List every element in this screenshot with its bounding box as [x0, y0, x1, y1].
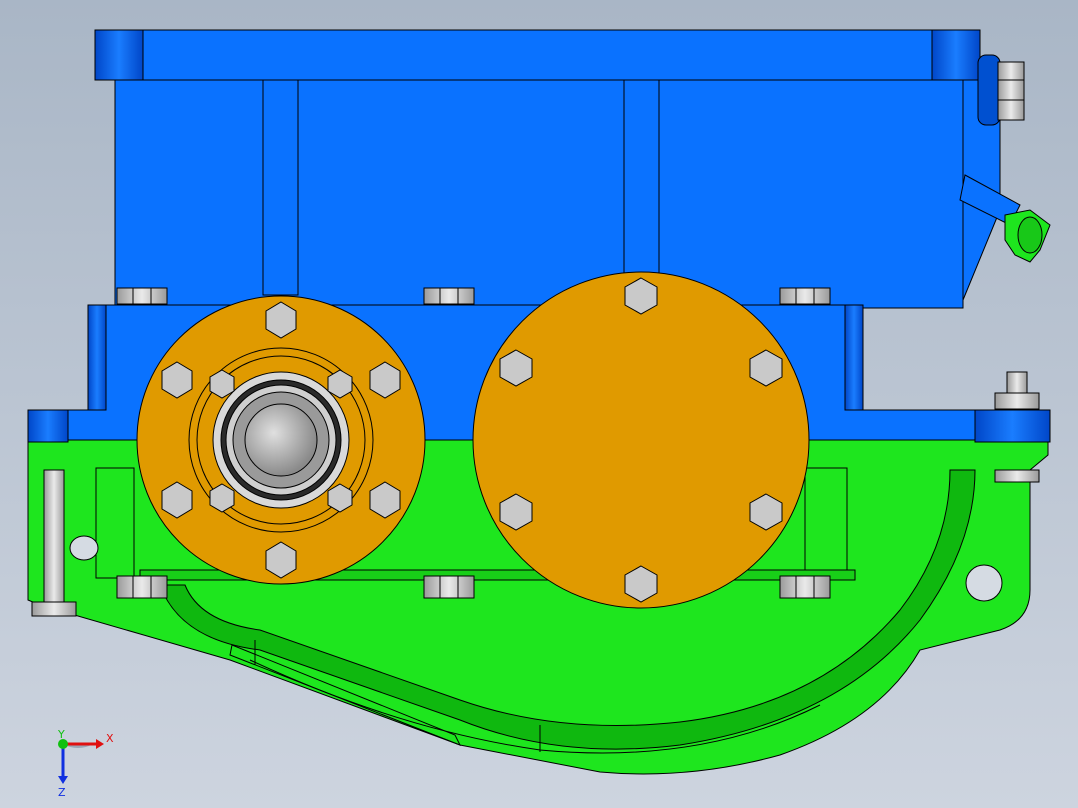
right-stud-nut: [994, 392, 1040, 410]
flange-side-bolt[interactable]: [977, 54, 1025, 126]
left-bearing-cap[interactable]: [136, 295, 426, 585]
hex-bolt-icon: [779, 575, 831, 599]
stud-nut: [31, 601, 77, 617]
right-cap-disc: [472, 271, 810, 609]
right-lower-nut: [994, 469, 1040, 483]
hex-bolt-icon: [116, 287, 168, 305]
shaft-end: [244, 403, 318, 477]
side-bolt-head: [997, 61, 1025, 121]
cad-model-viewport[interactable]: X Y Z: [0, 0, 1078, 808]
split-flange-right-end: [844, 304, 864, 411]
hex-bolt-icon: [116, 575, 168, 599]
base-flange-left: [27, 409, 69, 443]
triad-x-label: X: [106, 732, 114, 745]
hex-bolt-icon: [423, 575, 475, 599]
top-flange: [94, 29, 981, 81]
hex-bolt-icon: [779, 287, 831, 305]
hex-bolt-icon: [423, 287, 475, 305]
cover-rib-left: [262, 79, 299, 296]
top-flange-left-end: [94, 29, 144, 81]
top-flange-right-end: [931, 29, 981, 81]
upper-housing-body: [114, 77, 964, 309]
right-bearing-cap[interactable]: [472, 271, 810, 609]
base-left-rib: [95, 467, 135, 579]
triad-y-label: Y: [57, 728, 65, 741]
triad-z-label: Z: [58, 786, 66, 799]
breather-cap: [1017, 216, 1043, 254]
mount-hole-left: [69, 535, 99, 561]
cover-rib-right: [623, 79, 660, 296]
side-bolt-washer: [977, 54, 1001, 126]
mount-hole-right: [965, 564, 1003, 602]
split-flange-left-end: [87, 304, 107, 411]
stud-shank: [43, 469, 65, 606]
base-right-rib: [804, 467, 848, 579]
base-flange-right: [974, 409, 1051, 443]
